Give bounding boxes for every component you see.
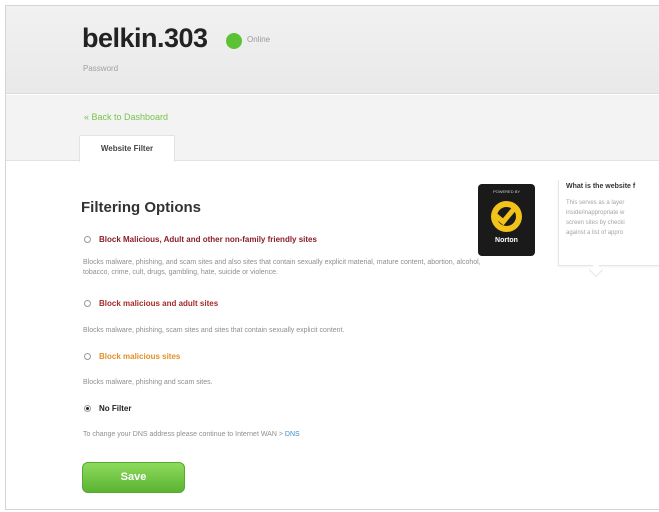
dns-note: To change your DNS address please contin… (83, 430, 493, 440)
option-label[interactable]: Block malicious and adult sites (99, 299, 218, 308)
norton-powered-by: POWERED BY (492, 189, 521, 194)
save-button[interactable]: Save (82, 462, 185, 493)
info-panel: What is the website f This serves as a l… (558, 180, 659, 266)
option-block-adult[interactable]: Block malicious and adult sites (84, 299, 218, 308)
option-no-filter[interactable]: No Filter (84, 404, 131, 413)
norton-badge: POWERED BY Norton (478, 184, 535, 256)
radio-button[interactable] (84, 353, 91, 360)
norton-label: Norton (495, 237, 518, 244)
radio-button[interactable] (84, 236, 91, 243)
router-name: belkin.303 (82, 23, 208, 53)
option-label[interactable]: Block Malicious, Adult and other non-fam… (99, 235, 317, 244)
info-line: This serves as a layer (566, 200, 625, 206)
option-description: Blocks malware, phishing, and scam sites… (83, 259, 481, 276)
option-description: Blocks malware, phishing, scam sites and… (83, 327, 345, 334)
app-window: belkin.303 Online Password « Back to Das… (5, 5, 659, 510)
info-line: screen sites by checki (566, 220, 625, 226)
dns-link[interactable]: DNS (285, 431, 300, 438)
section-title: Filtering Options (81, 199, 201, 216)
info-line: against a list of appro (566, 230, 624, 236)
info-line: inside/inappropriate w (566, 210, 625, 216)
status-indicator-icon (226, 33, 242, 49)
dns-note-text: To change your DNS address please contin… (83, 431, 283, 438)
info-text: This serves as a layer inside/inappropri… (566, 198, 625, 238)
status-text: Online (247, 35, 271, 44)
option-label[interactable]: No Filter (99, 404, 131, 413)
option-label[interactable]: Block malicious sites (99, 352, 180, 361)
radio-button[interactable] (84, 300, 91, 307)
password-label[interactable]: Password (83, 64, 118, 73)
back-to-dashboard-link[interactable]: « Back to Dashboard (84, 112, 168, 122)
radio-button-selected[interactable] (84, 405, 91, 412)
header: belkin.303 Online Password (6, 6, 659, 94)
subnav-bar: « Back to Dashboard Website Filter (6, 95, 659, 162)
option-description: Blocks malware, phishing and scam sites. (83, 379, 213, 386)
info-title: What is the website f (566, 183, 636, 190)
option-block-malicious[interactable]: Block malicious sites (84, 352, 180, 361)
tab-website-filter[interactable]: Website Filter (79, 135, 175, 162)
option-block-non-family[interactable]: Block Malicious, Adult and other non-fam… (84, 235, 317, 244)
